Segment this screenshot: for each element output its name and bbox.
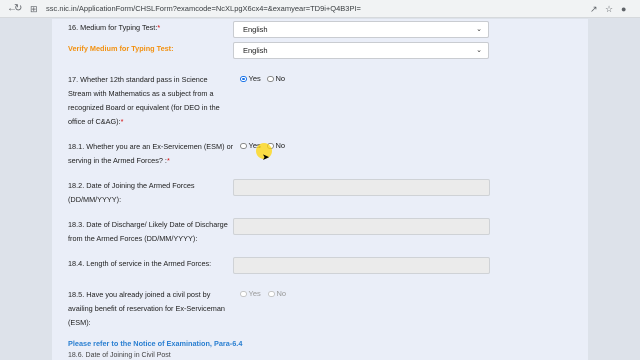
verify-medium-label: Verify Medium for Typing Test: xyxy=(68,44,174,53)
reload-icon[interactable]: ↻ xyxy=(14,3,22,15)
ex-servicemen-label: 18.1. Whether you are an Ex-Servicemen (… xyxy=(68,142,234,165)
civil-post-no-radio[interactable]: No xyxy=(268,289,286,299)
civil-post-joining-label: 18.6. Date of Joining in Civil Post xyxy=(68,352,171,359)
radio-empty-icon xyxy=(268,290,275,297)
radio-empty-icon xyxy=(267,75,274,82)
chevron-down-icon: ⌄ xyxy=(476,26,482,33)
address-bar[interactable]: ⊞ ssc.nic.in/ApplicationForm/CHSLForm?ex… xyxy=(30,2,630,16)
notice-link[interactable]: Please refer to the Notice of Examinatio… xyxy=(68,337,242,351)
armed-forces-joining-input[interactable] xyxy=(233,179,490,196)
verify-medium-select[interactable]: English ⌄ xyxy=(233,42,489,59)
armed-forces-joining-label: 18.2. Date of Joining the Armed Forces (… xyxy=(68,181,195,204)
civil-post-yes-radio[interactable]: Yes xyxy=(240,289,261,299)
medium-typing-select[interactable]: English ⌄ xyxy=(233,21,489,38)
chevron-down-icon: ⌄ xyxy=(476,47,482,54)
browser-toolbar: ← ↻ ⊞ ssc.nic.in/ApplicationForm/CHSLFor… xyxy=(0,0,640,18)
radio-empty-icon xyxy=(240,142,247,149)
science-12th-label: 17. Whether 12th standard pass in Scienc… xyxy=(68,75,220,126)
civil-post-esm-label: 18.5. Have you already joined a civil po… xyxy=(68,290,225,327)
radio-selected-icon xyxy=(240,75,247,82)
medium-typing-label: 16. Medium for Typing Test:* xyxy=(68,23,161,32)
length-of-service-label: 18.4. Length of service in the Armed For… xyxy=(68,259,212,268)
science-12th-yes-radio[interactable]: Yes xyxy=(240,74,261,84)
science-12th-no-radio[interactable]: No xyxy=(267,74,285,84)
bookmark-star-icon[interactable]: ☆ xyxy=(605,2,613,16)
share-icon[interactable]: ↗ xyxy=(590,2,598,16)
site-info-icon[interactable]: ⊞ xyxy=(30,2,38,16)
mouse-pointer-icon: ➤ xyxy=(262,152,270,162)
discharge-date-input[interactable] xyxy=(233,218,490,235)
length-of-service-input[interactable] xyxy=(233,257,490,274)
radio-empty-icon xyxy=(240,290,247,297)
url-text: ssc.nic.in/ApplicationForm/CHSLForm?exam… xyxy=(46,4,361,13)
profile-icon[interactable]: ● xyxy=(621,2,626,16)
discharge-date-label: 18.3. Date of Discharge/ Likely Date of … xyxy=(68,220,228,243)
